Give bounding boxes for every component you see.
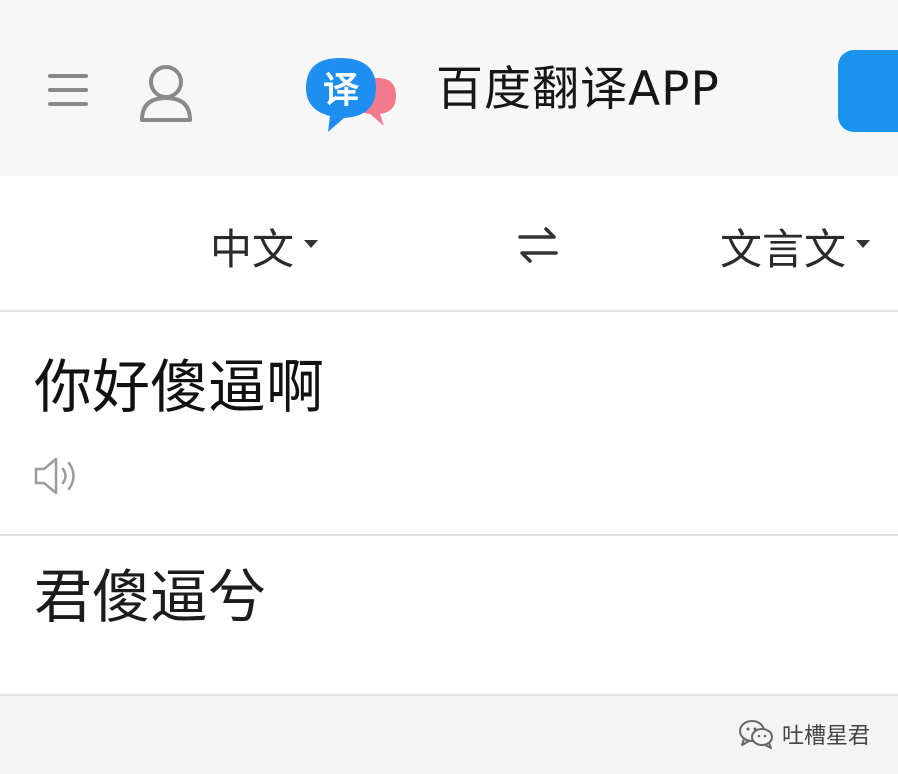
- cta-button[interactable]: [838, 50, 898, 132]
- translation-result-text: 君傻逼兮: [34, 563, 267, 631]
- source-text[interactable]: 你好傻逼啊: [34, 352, 324, 422]
- language-bar: 中文 文言文: [0, 176, 898, 312]
- speaker-icon[interactable]: [32, 454, 80, 498]
- wechat-icon: [738, 720, 773, 749]
- source-language-select[interactable]: 中文: [210, 216, 319, 276]
- swap-arrows-icon[interactable]: [516, 223, 560, 267]
- chevron-down-icon: [304, 240, 319, 248]
- chevron-down-icon: [856, 240, 871, 248]
- user-icon[interactable]: [136, 62, 196, 124]
- app-title: 百度翻译APP: [436, 62, 720, 117]
- menu-icon[interactable]: [46, 70, 90, 110]
- target-language-label: 文言文: [720, 224, 847, 274]
- logo-glyph: 译: [323, 70, 360, 111]
- watermark: 吐槽星君: [738, 718, 870, 750]
- target-language-select[interactable]: 文言文: [720, 216, 871, 276]
- watermark-text: 吐槽星君: [781, 724, 870, 749]
- app-header: 译 百度翻译APP: [0, 0, 898, 176]
- footer-bar: 吐槽星君: [0, 696, 898, 774]
- app-logo-icon: 译: [306, 58, 396, 132]
- source-language-label: 中文: [210, 224, 295, 274]
- source-input-area[interactable]: 你好傻逼啊: [0, 312, 898, 536]
- translation-result-area: 君傻逼兮: [0, 536, 898, 696]
